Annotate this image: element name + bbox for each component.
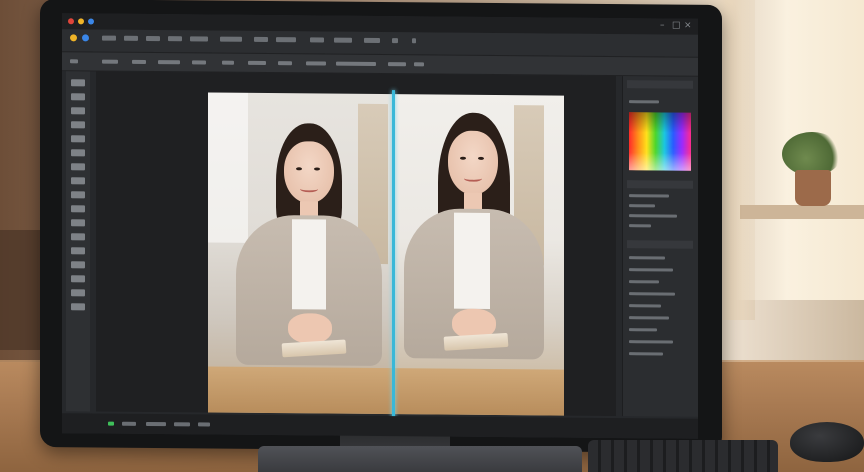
monitor-stand-base [258,446,582,472]
layer-row[interactable] [629,304,661,308]
option-item[interactable] [388,62,406,67]
layer-row[interactable] [629,328,657,332]
compare-split-handle[interactable] [392,90,395,421]
option-item[interactable] [306,61,326,66]
layer-row[interactable] [629,256,665,260]
home-icon[interactable] [82,34,89,42]
option-item[interactable] [192,60,206,65]
clone-tool-icon[interactable] [71,177,85,185]
menu-item[interactable] [124,35,138,41]
status-item [198,422,210,427]
panel-row [629,194,669,198]
app-logo-icon [70,34,77,42]
option-item[interactable] [158,60,180,65]
menu-item[interactable] [334,37,352,43]
maximize-icon[interactable] [88,18,94,25]
layer-row[interactable] [629,280,659,284]
brush-tool-icon[interactable] [71,163,85,171]
keyboard[interactable] [588,440,778,472]
right-panels [622,76,698,417]
window-close-button[interactable]: × [684,21,692,31]
menu-item[interactable] [310,37,324,43]
menu-item[interactable] [276,37,296,43]
layer-row[interactable] [629,292,675,296]
menu-item[interactable] [364,37,380,43]
option-item[interactable] [102,59,118,64]
window-sill [740,205,864,219]
blur-tool-icon[interactable] [71,219,85,227]
properties-panel-header[interactable] [627,180,693,189]
zoom-tool-icon[interactable] [71,303,85,311]
after-photo [394,94,564,416]
panel-row [629,100,659,104]
panel-row [629,204,655,208]
eraser-tool-icon[interactable] [71,191,85,199]
before-photo [208,92,394,415]
woman-before [230,123,382,384]
menu-item[interactable] [220,36,242,42]
menu-item[interactable] [146,35,160,42]
menu-item[interactable] [190,36,208,42]
layer-row[interactable] [629,268,673,272]
eyedropper-tool-icon[interactable] [71,135,85,143]
layers-panel-header[interactable] [627,240,693,249]
crop-tool-icon[interactable] [71,121,85,129]
panel-row [629,224,651,228]
hand-tool-icon[interactable] [71,289,85,297]
tool-preset-icon[interactable] [70,59,78,64]
photo-editor-screen: – □ × [62,13,698,439]
woman-after [404,112,554,383]
minimize-icon[interactable] [78,18,84,25]
gradient-tool-icon[interactable] [71,205,85,213]
layer-row[interactable] [629,340,673,344]
window-restore-button[interactable]: □ [672,21,681,31]
option-item[interactable] [414,62,424,67]
plant-pot [795,170,831,206]
marquee-tool-icon[interactable] [71,93,85,101]
layer-row[interactable] [629,316,669,320]
status-item [174,422,190,427]
canvas-area[interactable] [96,71,616,421]
type-tool-icon[interactable] [71,261,85,269]
option-item[interactable] [132,59,146,64]
status-info [146,421,166,427]
move-tool-icon[interactable] [71,79,85,87]
option-item[interactable] [336,61,376,66]
option-item[interactable] [248,60,266,66]
menu-item[interactable] [412,38,416,44]
color-spectrum[interactable] [629,112,691,171]
color-panel-header[interactable] [627,80,693,89]
option-item[interactable] [222,60,234,65]
close-icon[interactable] [68,18,74,25]
dodge-tool-icon[interactable] [71,233,85,241]
option-item[interactable] [278,61,292,66]
menu-item[interactable] [102,35,116,41]
tools-panel [66,71,90,412]
menu-item[interactable] [168,36,182,42]
healing-tool-icon[interactable] [71,149,85,157]
layer-row[interactable] [629,352,663,356]
pen-tool-icon[interactable] [71,247,85,255]
menu-item[interactable] [392,38,398,44]
window-minimize-button[interactable]: – [660,20,665,30]
panel-row [629,214,677,218]
mouse[interactable] [790,422,864,462]
status-indicator-icon [108,421,114,426]
shape-tool-icon[interactable] [71,275,85,283]
menu-item[interactable] [254,36,268,43]
lasso-tool-icon[interactable] [71,107,85,115]
zoom-readout[interactable] [122,421,136,426]
